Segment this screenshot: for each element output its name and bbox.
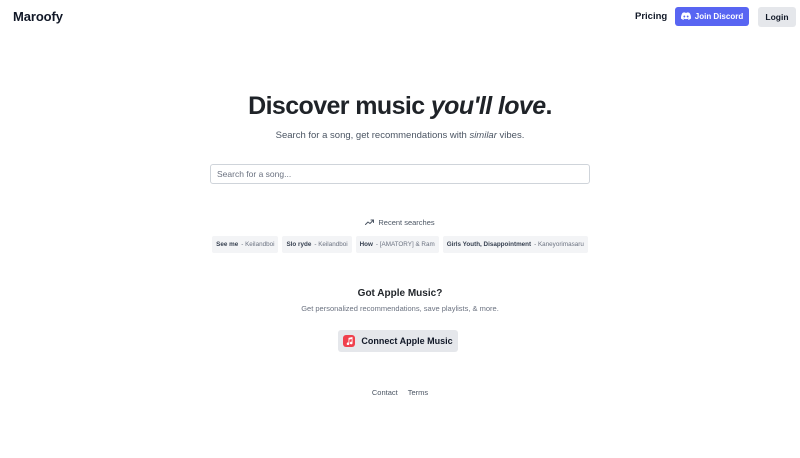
recent-search-artist: - [AMATORY] & Ram xyxy=(375,241,435,248)
join-discord-button[interactable]: Join Discord xyxy=(675,7,749,26)
apple-music-heading: Got Apple Music? xyxy=(357,288,443,299)
page-subtitle: Search for a song, get recommendations w… xyxy=(0,130,800,141)
recent-search-song: Slo ryde xyxy=(286,241,312,248)
recent-search-item[interactable]: Girls Youth, Disappointment - Kaneyorima… xyxy=(442,236,588,253)
recent-search-item[interactable]: See me - Keilandboi xyxy=(212,236,279,253)
apple-music-subtitle: Get personalized recommendations, save p… xyxy=(301,304,499,313)
contact-link[interactable]: Contact xyxy=(372,388,398,397)
recent-searches-label: Recent searches xyxy=(378,218,435,227)
recent-search-artist: - Keilandboi xyxy=(314,241,348,248)
discord-icon xyxy=(680,11,691,22)
subtitle-start: Search for a song, get recommendations w… xyxy=(275,130,470,141)
recent-search-song: How xyxy=(359,241,373,248)
recent-searches-list: See me - Keilandboi Slo ryde - Keilandbo… xyxy=(0,236,800,253)
recent-search-song: See me xyxy=(216,241,239,248)
login-button[interactable]: Login xyxy=(758,7,796,27)
recent-search-item[interactable]: How - [AMATORY] & Ram xyxy=(355,236,439,253)
connect-apple-music-label: Connect Apple Music xyxy=(361,336,453,346)
title-end: . xyxy=(545,92,553,120)
recent-search-artist: - Kaneyorimasaru xyxy=(534,241,584,248)
recent-searches-heading: Recent searches xyxy=(0,218,800,227)
connect-apple-music-button[interactable]: Connect Apple Music xyxy=(338,330,458,352)
title-main: Discover music xyxy=(248,92,431,120)
page: Maroofy Pricing Join Discord Login Disco… xyxy=(0,0,800,458)
subtitle-italic: similar xyxy=(469,130,497,141)
header: Maroofy Pricing Join Discord Login xyxy=(0,0,800,34)
subtitle-end: vibes. xyxy=(496,130,525,141)
pricing-link[interactable]: Pricing xyxy=(635,11,667,22)
apple-music-icon xyxy=(343,335,356,347)
title-italic: you'll love xyxy=(430,92,546,120)
logo[interactable]: Maroofy xyxy=(13,9,63,24)
search-input[interactable] xyxy=(210,164,590,184)
page-title: Discover music you'll love. xyxy=(0,92,800,121)
footer: Contact Terms xyxy=(0,388,800,397)
recent-search-artist: - Keilandboi xyxy=(241,241,275,248)
recent-search-song: Girls Youth, Disappointment xyxy=(446,241,532,248)
terms-link[interactable]: Terms xyxy=(408,388,428,397)
join-discord-label: Join Discord xyxy=(694,12,744,21)
recent-search-item[interactable]: Slo ryde - Keilandboi xyxy=(282,236,352,253)
trending-up-icon xyxy=(365,218,375,227)
